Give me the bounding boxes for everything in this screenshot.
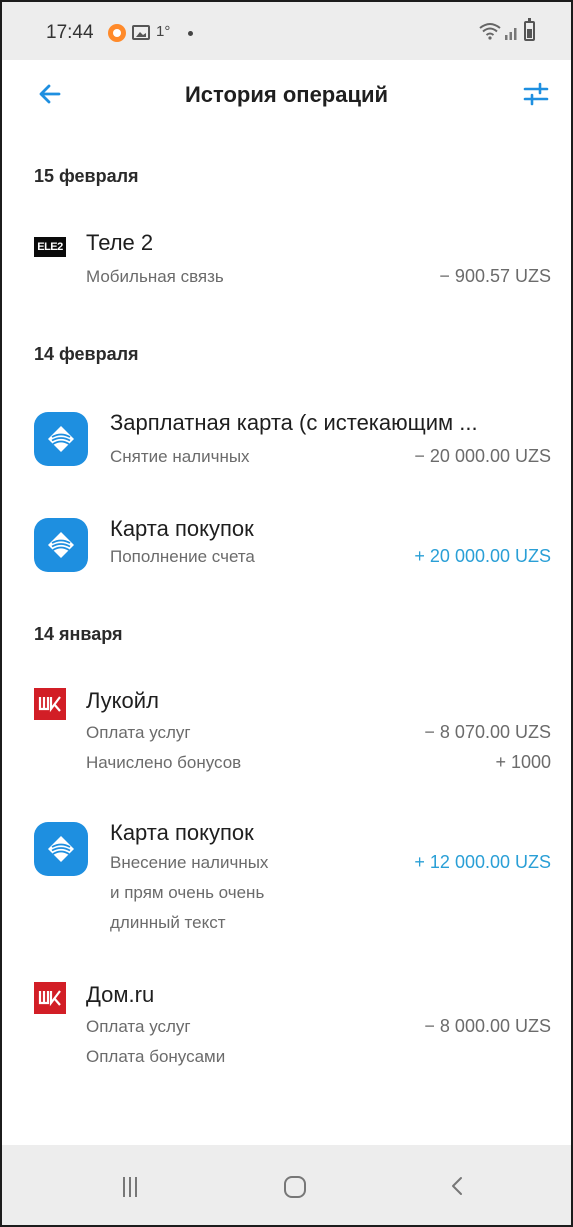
bank-logo-icon — [48, 426, 74, 452]
operation-detail: Оплата бонусами — [86, 1047, 226, 1066]
date-header: 14 февраля — [34, 344, 139, 364]
operation-item[interactable]: Лукойл Оплата услуг − 8 070.00 UZS Начис… — [2, 686, 571, 786]
status-temperature: 1° — [156, 23, 171, 40]
status-time: 17:44 — [46, 22, 94, 43]
lukoil-logo-icon — [34, 688, 66, 720]
bank-logo-icon — [48, 532, 74, 558]
lukoil-logo-icon — [34, 982, 66, 1014]
operation-detail: Пополнение счета — [110, 547, 255, 566]
operation-detail: длинный текст — [110, 913, 226, 932]
operation-name: Зарплатная карта (с истекающим ... — [110, 410, 478, 435]
operation-name: Лукойл — [86, 688, 159, 713]
lukoil-mark-icon — [38, 990, 61, 1007]
operation-item[interactable]: Дом.ru Оплата услуг − 8 000.00 UZS Оплат… — [2, 980, 571, 1080]
operation-detail: Оплата услуг — [86, 723, 191, 742]
more-notifications-icon — [188, 31, 193, 36]
operation-name: Теле 2 — [86, 230, 154, 255]
system-nav-bar — [2, 1145, 571, 1225]
date-header: 15 февраля — [34, 166, 139, 186]
operation-name: Дом.ru — [86, 982, 155, 1007]
signal-icon — [505, 28, 517, 40]
date-header: 14 января — [34, 624, 123, 644]
battery-icon — [524, 18, 535, 41]
notification-dot-icon — [108, 24, 126, 42]
bank-card-icon — [34, 518, 88, 572]
operation-detail: Снятие наличных — [110, 447, 250, 466]
recent-apps-icon[interactable] — [114, 1173, 146, 1201]
app-header: История операций — [2, 60, 571, 130]
bank-card-icon — [34, 412, 88, 466]
operation-item[interactable]: Карта покупок Внесение наличных + 12 000… — [2, 818, 571, 948]
bank-logo-icon — [48, 836, 74, 862]
tele2-logo-icon: ELE2 — [34, 237, 66, 257]
operation-name: Карта покупок — [110, 820, 254, 845]
operation-detail: Внесение наличных — [110, 853, 269, 872]
operation-amount: + 20 000.00 UZS — [414, 546, 551, 566]
operation-bonus-amount: + 1000 — [495, 752, 551, 772]
sliders-icon[interactable] — [520, 78, 552, 110]
operation-detail: Начислено бонусов — [86, 753, 242, 772]
operation-name: Карта покупок — [110, 516, 254, 541]
operation-item[interactable]: ELE2 Теле 2 Мобильная связь − 900.57 UZS — [2, 226, 571, 306]
page-title: История операций — [184, 82, 389, 107]
tele2-logo-text: ELE2 — [37, 241, 63, 253]
operation-detail: Мобильная связь — [86, 267, 224, 286]
operation-amount: − 900.57 UZS — [439, 266, 551, 286]
operation-amount: − 20 000.00 UZS — [414, 446, 551, 466]
operation-item[interactable]: Карта покупок Пополнение счета + 20 000.… — [2, 514, 571, 594]
operation-detail: Оплата услуг — [86, 1017, 191, 1036]
phone-screen: 17:44 1° История операций 15 февраля ELE… — [0, 0, 573, 1227]
operation-item[interactable]: Зарплатная карта (с истекающим ... Сняти… — [2, 406, 571, 486]
operation-amount: − 8 070.00 UZS — [424, 722, 551, 742]
operation-detail: и прям очень очень — [110, 883, 265, 902]
gallery-icon — [132, 25, 150, 40]
operation-amount: + 12 000.00 UZS — [414, 852, 551, 872]
back-icon[interactable] — [442, 1171, 472, 1201]
bank-card-icon — [34, 822, 88, 876]
status-bar: 17:44 1° — [2, 2, 571, 60]
home-icon[interactable] — [280, 1172, 310, 1202]
wifi-icon — [479, 23, 501, 40]
lukoil-mark-icon — [38, 696, 61, 713]
operation-amount: − 8 000.00 UZS — [424, 1016, 551, 1036]
